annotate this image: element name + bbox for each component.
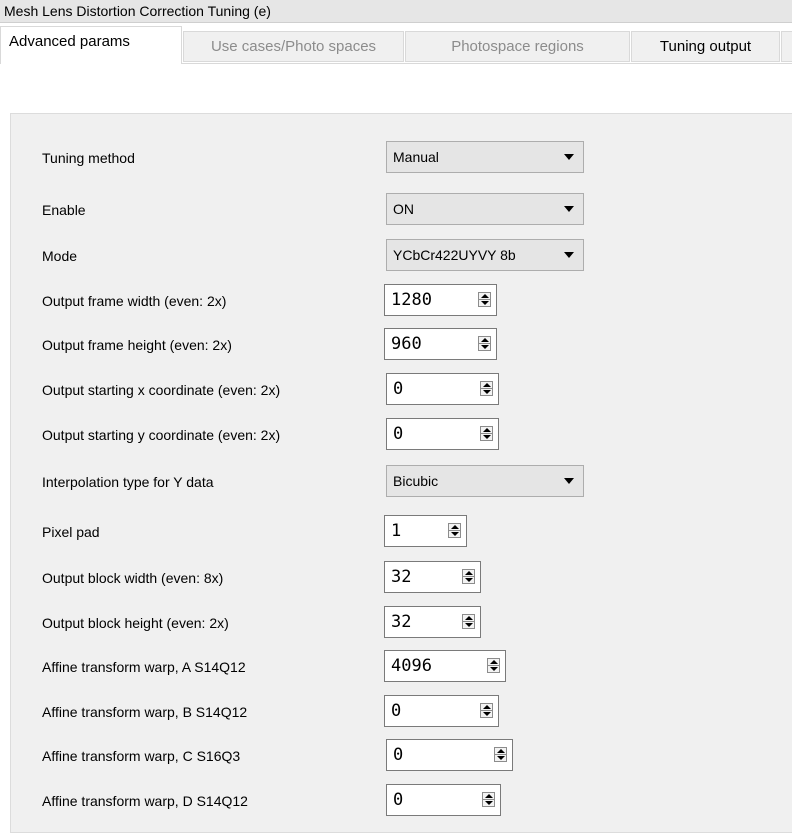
affine-c-label: Affine transform warp, C S16Q3: [42, 748, 241, 764]
tab-label: Photospace regions: [451, 38, 584, 55]
output-block-height-value: 32: [391, 612, 412, 632]
affine-a-spinbox[interactable]: 4096: [384, 650, 506, 682]
chevron-down-icon: [564, 206, 574, 212]
output-block-width-spinbox[interactable]: 32: [384, 561, 481, 593]
spin-stepper-icon[interactable]: [448, 523, 461, 538]
output-frame-height-spinbox[interactable]: 960: [384, 328, 497, 360]
mode-select[interactable]: YCbCr422UYVY 8b: [386, 239, 584, 271]
spin-stepper-icon[interactable]: [462, 569, 475, 584]
output-block-width-label: Output block width (even: 8x): [42, 570, 224, 586]
spin-stepper-icon[interactable]: [494, 747, 507, 762]
output-start-y-label: Output starting y coordinate (even: 2x): [42, 427, 281, 443]
output-frame-width-value: 1280: [391, 290, 432, 310]
pixel-pad-label: Pixel pad: [42, 524, 100, 540]
enable-value: ON: [393, 201, 414, 217]
output-block-width-value: 32: [391, 567, 412, 587]
affine-d-label: Affine transform warp, D S14Q12: [42, 793, 248, 809]
interpolation-type-label: Interpolation type for Y data: [42, 474, 214, 490]
affine-b-spinbox[interactable]: 0: [384, 695, 499, 727]
tab-use-cases-photo-spaces[interactable]: Use cases/Photo spaces: [183, 31, 404, 62]
spin-stepper-icon[interactable]: [480, 426, 493, 441]
spin-stepper-icon[interactable]: [480, 381, 493, 396]
output-block-height-spinbox[interactable]: 32: [384, 606, 481, 638]
affine-c-spinbox[interactable]: 0: [386, 739, 513, 771]
mode-label: Mode: [42, 248, 78, 264]
affine-a-value: 4096: [391, 656, 432, 676]
output-block-height-label: Output block height (even: 2x): [42, 615, 229, 631]
tuning-method-label: Tuning method: [42, 150, 135, 166]
tab-advanced-params[interactable]: Advanced params: [0, 26, 182, 64]
tab-photospace-regions[interactable]: Photospace regions: [405, 31, 630, 62]
window-title: Mesh Lens Distortion Correction Tuning (…: [4, 3, 271, 19]
interpolation-type-select[interactable]: Bicubic: [386, 465, 584, 497]
spin-stepper-icon[interactable]: [462, 614, 475, 629]
pixel-pad-spinbox[interactable]: 1: [384, 515, 467, 547]
spin-stepper-icon[interactable]: [478, 292, 491, 307]
tuning-method-value: Manual: [393, 149, 439, 165]
output-start-x-spinbox[interactable]: 0: [386, 373, 499, 405]
tab-label: Advanced params: [9, 33, 130, 50]
output-frame-width-label: Output frame width (even: 2x): [42, 293, 227, 309]
affine-a-label: Affine transform warp, A S14Q12: [42, 659, 246, 675]
tab-label: Use cases/Photo spaces: [210, 38, 377, 55]
output-start-y-value: 0: [393, 424, 404, 444]
output-start-y-spinbox[interactable]: 0: [386, 418, 499, 450]
tab-overflow[interactable]: [781, 31, 792, 62]
enable-label: Enable: [42, 202, 86, 218]
enable-select[interactable]: ON: [386, 193, 584, 225]
tab-label: Tuning output: [659, 38, 752, 55]
output-frame-width-spinbox[interactable]: 1280: [384, 284, 497, 316]
mode-value: YCbCr422UYVY 8b: [393, 247, 516, 263]
chevron-down-icon: [564, 478, 574, 484]
chevron-down-icon: [564, 252, 574, 258]
affine-b-value: 0: [391, 701, 402, 721]
affine-c-value: 0: [393, 745, 404, 765]
spin-stepper-icon[interactable]: [478, 336, 491, 351]
tab-tuning-output[interactable]: Tuning output: [631, 31, 780, 62]
affine-d-spinbox[interactable]: 0: [386, 784, 501, 816]
affine-b-label: Affine transform warp, B S14Q12: [42, 704, 248, 720]
spin-stepper-icon[interactable]: [482, 792, 495, 807]
output-frame-height-label: Output frame height (even: 2x): [42, 337, 232, 353]
chevron-down-icon: [564, 154, 574, 160]
tuning-method-select[interactable]: Manual: [386, 141, 584, 173]
output-frame-height-value: 960: [391, 334, 422, 354]
spin-stepper-icon[interactable]: [480, 703, 493, 718]
pixel-pad-value: 1: [391, 521, 402, 541]
interpolation-type-value: Bicubic: [393, 473, 439, 489]
output-start-x-label: Output starting x coordinate (even: 2x): [42, 382, 281, 398]
window-title-bar: Mesh Lens Distortion Correction Tuning (…: [0, 0, 792, 23]
spin-stepper-icon[interactable]: [487, 658, 500, 673]
output-start-x-value: 0: [393, 379, 404, 399]
